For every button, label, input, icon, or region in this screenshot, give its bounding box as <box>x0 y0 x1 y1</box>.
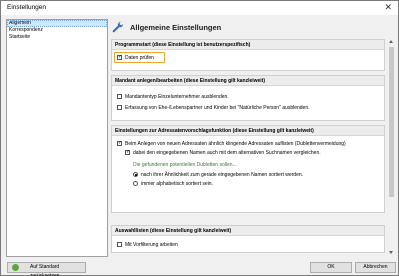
reset-icon <box>12 264 19 271</box>
page-title: Allgemeine Einstellungen <box>130 23 222 32</box>
scroll-up-icon[interactable] <box>389 40 393 43</box>
section-header: Allgemeine Einstellungen <box>111 19 395 36</box>
settings-window: Einstellungen ✕ Allgemein Korrespondenz … <box>0 0 399 276</box>
cancel-button[interactable]: Abbrechen <box>355 262 396 273</box>
sort-alphabetisch-label: immer alphabetisch sortiert sein. <box>141 181 213 187</box>
daten-pruefen-checkbox[interactable] <box>117 54 122 60</box>
panel-auswahllisten: Auswahllisten (diese Einstellung gilt ka… <box>111 225 385 253</box>
panel-adressaten: Einstellungen zur Adressatenvorschlagsfu… <box>111 125 385 213</box>
scroll-down-icon[interactable] <box>389 251 393 254</box>
vertical-scrollbar[interactable] <box>388 39 395 255</box>
daten-pruefen-label: Daten prüfen <box>125 55 154 61</box>
sort-aehnlichkeit-radio[interactable] <box>133 172 138 177</box>
ehepartner-label: Erfassung von Ehe-/Lebenspartner und Kin… <box>125 105 310 111</box>
sort-aehnlichkeit-label: nach ihrer Ähnlichkeit zum gerade eingeg… <box>141 172 304 178</box>
title-bar: Einstellungen ✕ <box>1 1 398 15</box>
settings-nav: Allgemein Korrespondenz Startseite <box>6 19 108 257</box>
panel-mandant: Mandant anlegen/bearbeiten (diese Einste… <box>111 75 385 121</box>
dubletten-checkbox[interactable] <box>117 140 122 146</box>
panel-title: Mandant anlegen/bearbeiten (diese Einste… <box>112 76 384 86</box>
panel-title: Programmstart (diese Einstellung ist ben… <box>112 40 384 50</box>
suchnamen-label: dabei den eingegebenen Namen auch mit de… <box>133 150 321 156</box>
scrollbar-thumb[interactable] <box>389 47 394 197</box>
reset-defaults-label: Auf Standard zurücksetzen <box>30 264 60 276</box>
vorfilterung-label: Mit Vorfilterung arbeiten <box>125 242 178 248</box>
panel-title: Auswahllisten (diese Einstellung gilt ka… <box>112 226 384 236</box>
settings-content: Allgemeine Einstellungen Programmstart (… <box>111 19 395 257</box>
dubletten-group-label: Die gefundenen potentiellen Dubletten so… <box>133 162 237 168</box>
panel-title: Einstellungen zur Adressatenvorschlagsfu… <box>112 126 384 136</box>
window-title: Einstellungen <box>7 4 47 11</box>
mandantentyp-checkbox[interactable] <box>117 94 122 99</box>
settings-scroll-area: Programmstart (diese Einstellung ist ben… <box>111 39 395 255</box>
sort-alphabetisch-radio[interactable] <box>133 181 138 186</box>
dialog-footer: Auf Standard zurücksetzen OK Abbrechen <box>1 259 398 276</box>
close-icon[interactable]: ✕ <box>384 2 392 13</box>
nav-item-startseite[interactable]: Startseite <box>7 34 107 41</box>
suchnamen-checkbox[interactable] <box>125 149 130 155</box>
mandantentyp-label: Mandantentyp Einzelunternehmer ausblende… <box>125 94 229 100</box>
reset-defaults-button[interactable]: Auf Standard zurücksetzen <box>7 262 86 276</box>
ehepartner-checkbox[interactable] <box>117 105 122 110</box>
panel-programmstart: Programmstart (diese Einstellung ist ben… <box>111 39 385 71</box>
vorfilterung-checkbox[interactable] <box>117 242 122 247</box>
dubletten-label: Beim Anlegen von neuen Adressaten ähnlic… <box>125 141 346 147</box>
nav-item-allgemein[interactable]: Allgemein <box>7 20 107 27</box>
nav-item-korrespondenz[interactable]: Korrespondenz <box>7 27 107 34</box>
ok-button[interactable]: OK <box>310 262 352 273</box>
wrench-icon <box>112 21 124 33</box>
